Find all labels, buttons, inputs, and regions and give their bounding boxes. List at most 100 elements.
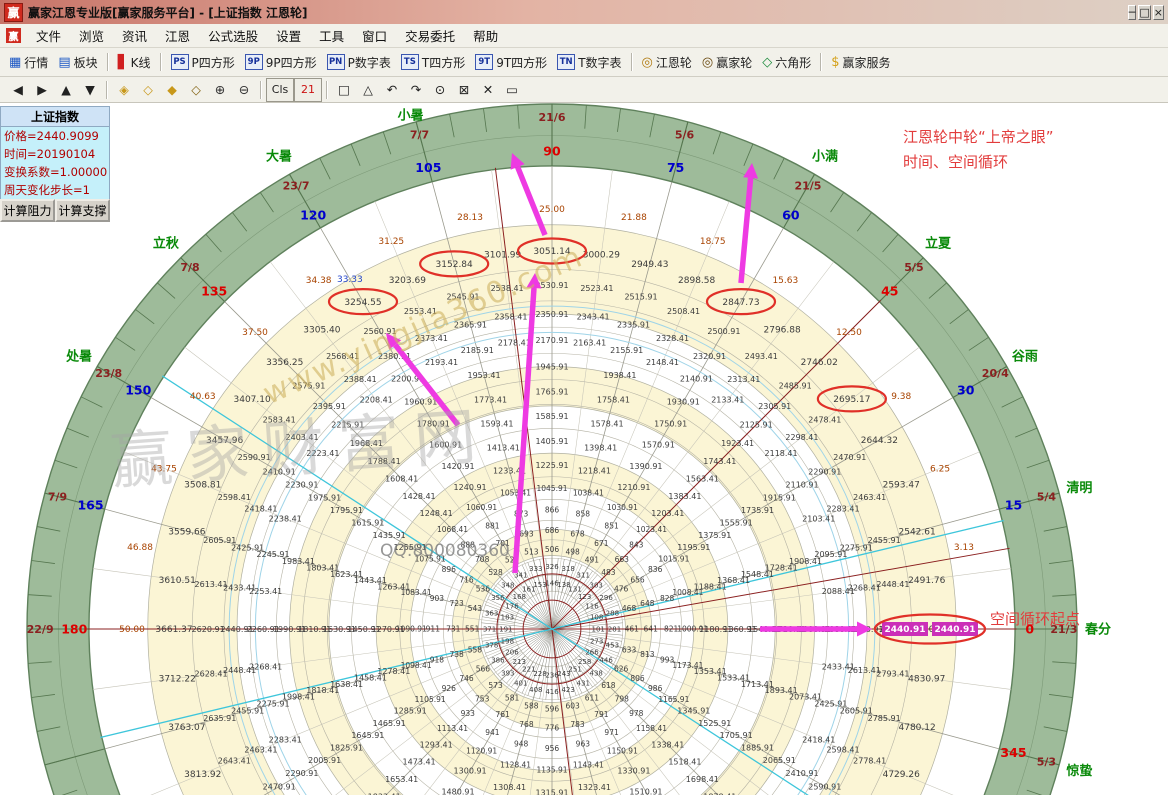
wheel-number: 633 [622, 645, 637, 654]
toolbar-button-hexagon[interactable]: ◇六角形 [757, 52, 816, 73]
menu-item-8[interactable]: 交易委托 [396, 24, 464, 47]
toolbar-button-winner-wheel[interactable]: ◎赢家轮 [697, 52, 757, 73]
kline-icon: ▋ [118, 56, 128, 69]
rim-angle-label: 180 [61, 621, 87, 636]
menu-item-1[interactable]: 浏览 [70, 24, 113, 47]
wheel-number: 1225.91 [535, 461, 568, 470]
drawbar-button-circle-tool[interactable]: ⊙ [428, 80, 452, 100]
drawbar-button-back[interactable]: ◀ [6, 80, 30, 100]
toolbar-button-p-number-table[interactable]: PNP数字表 [322, 52, 396, 73]
wheel-number: 393 [501, 670, 514, 678]
drawbar-button-diamond-3[interactable]: ◆ [160, 80, 184, 100]
toolbar-button-gann-wheel[interactable]: ◎江恩轮 [637, 52, 697, 73]
wheel-number: 2103.41 [802, 514, 835, 523]
wheel-number: 498 [565, 548, 580, 557]
drawbar-button-rotate-left[interactable]: ↶ [380, 80, 404, 100]
wheel-number: 491 [585, 556, 600, 565]
minimize-button[interactable]: ─ [1128, 5, 1137, 20]
wheel-number: 986 [648, 684, 663, 693]
wheel-number: 1405.91 [535, 437, 568, 446]
percent-label: 12.50 [836, 328, 862, 338]
toolbar-button-t-square[interactable]: TST四方形 [396, 52, 470, 73]
wheel-number: 528 [488, 568, 503, 577]
wheel-number: 2403.41 [286, 433, 319, 442]
rim-date-label: 5/3 [1037, 755, 1056, 768]
percent-label: 50.00 [119, 625, 145, 635]
wheel-number: 2530.91 [535, 281, 568, 290]
wheel-number: 2088.41 [822, 587, 855, 596]
rim-term-label: 清明 [1066, 480, 1092, 496]
toolbar-button-kline[interactable]: ▋K线 [113, 52, 156, 73]
menu-item-0[interactable]: 文件 [27, 24, 70, 47]
drawbar-button-zoom-in[interactable]: ⊕ [208, 80, 232, 100]
menu-bar: 赢 文件浏览资讯江恩公式选股设置工具窗口交易委托帮助 [0, 24, 1168, 48]
drawbar-button-triangle-tool[interactable]: △ [356, 80, 380, 100]
wheel-number: 648 [640, 599, 655, 608]
quotes-icon: ▦ [9, 56, 21, 69]
menu-item-4[interactable]: 公式选股 [199, 24, 267, 47]
gann-wheel-chart[interactable]: 3.136.259.3812.5015.6318.7521.8825.0028.… [0, 103, 1168, 795]
menu-item-9[interactable]: 帮助 [464, 24, 507, 47]
menu-item-2[interactable]: 资讯 [113, 24, 156, 47]
toolbar-button-sectors[interactable]: ▤板块 [53, 52, 102, 73]
panel-button-1[interactable]: 计算支撑 [55, 199, 110, 222]
maximize-button[interactable]: □ [1138, 5, 1150, 20]
wheel-number: 1953.41 [468, 371, 501, 380]
wheel-number: 1240.91 [454, 483, 487, 492]
t-number-table-icon: TN [557, 54, 575, 70]
menu-item-5[interactable]: 设置 [267, 24, 310, 47]
toolbar-button-9p-square[interactable]: 9P9P四方形 [240, 52, 322, 73]
close-button[interactable]: × [1153, 5, 1164, 20]
menu-item-3[interactable]: 江恩 [156, 24, 199, 47]
drawbar-button-angle-21[interactable]: 21 [294, 78, 322, 102]
wheel-number: 2133.41 [711, 396, 744, 405]
wheel-number: 123 [578, 593, 591, 601]
drawbar-button-cls[interactable]: Cls [266, 78, 294, 102]
wheel-number: 566 [476, 665, 491, 674]
wheel-number: 2560.91 [364, 327, 397, 336]
menu-item-7[interactable]: 窗口 [353, 24, 396, 47]
drawbar-button-zoom-out[interactable]: ⊖ [232, 80, 256, 100]
drawbar-button-forward[interactable]: ▶ [30, 80, 54, 100]
rim-angle-label: 75 [667, 160, 684, 175]
toolbar-button-t-number-table[interactable]: TNT数字表 [552, 52, 626, 73]
menu-item-6[interactable]: 工具 [310, 24, 353, 47]
toolbar-button-quotes[interactable]: ▦行情 [4, 52, 53, 73]
rim-date-label: 20/4 [982, 367, 1009, 380]
wheel-number: 1210.91 [617, 483, 650, 492]
drawbar-button-down[interactable]: ▼ [78, 80, 102, 100]
panel-button-0[interactable]: 计算阻力 [0, 199, 55, 222]
drawbar-button-diamond-2[interactable]: ◇ [136, 80, 160, 100]
wheel-number: 2118.41 [765, 449, 798, 458]
drawbar-button-select-tool[interactable]: ▭ [500, 80, 524, 100]
toolbar-button-winner-service[interactable]: $赢家服务 [826, 52, 895, 73]
drawbar-button-rotate-right[interactable]: ↷ [404, 80, 428, 100]
wheel-number: 2793.41 [876, 670, 909, 679]
wheel-number: 1398.41 [584, 443, 617, 452]
wheel-number: 2373.41 [415, 334, 448, 343]
panel-rows: 价格=2440.9099时间=20190104变换系数=1.00000周天变化步… [0, 127, 110, 199]
wheel-number: 1255.91 [394, 543, 427, 552]
wheel-number: 851 [604, 521, 619, 530]
wheel-number: 198 [501, 637, 514, 645]
wheel-number: 1773.41 [474, 396, 507, 405]
toolbar-button-p-square[interactable]: PSP四方形 [166, 52, 240, 73]
drawbar-button-delete-box[interactable]: ⊠ [452, 80, 476, 100]
wheel-number: 266 [585, 649, 599, 657]
wheel-number: 1390.91 [629, 462, 662, 471]
wheel-number: 806 [630, 674, 645, 683]
wheel-number: 3610.51 [159, 576, 196, 586]
wheel-number: 2485.91 [779, 382, 812, 391]
drawbar-button-rect-tool[interactable]: □ [332, 80, 356, 100]
drawbar-button-diamond-1[interactable]: ◈ [112, 80, 136, 100]
drawbar-button-diamond-4[interactable]: ◇ [184, 80, 208, 100]
percent-label: 46.88 [127, 543, 153, 553]
drawbar-button-up[interactable]: ▲ [54, 80, 78, 100]
drawbar-button-erase-tool[interactable]: ✕ [476, 80, 500, 100]
gann-wheel-svg[interactable]: 3.136.259.3812.5015.6318.7521.8825.0028.… [0, 103, 1168, 795]
wheel-number: 1915.91 [763, 494, 796, 503]
toolbar-button-9t-square[interactable]: 9T9T四方形 [470, 52, 552, 73]
wheel-number: 191 [499, 625, 512, 633]
wheel-number: 686 [545, 526, 560, 535]
wheel-number: 1413.41 [487, 443, 520, 452]
